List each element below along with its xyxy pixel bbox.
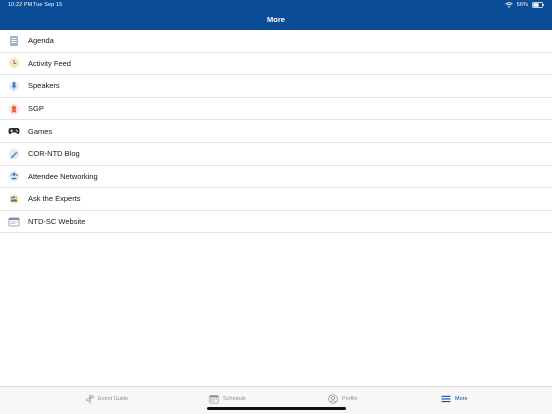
tab-schedule[interactable]: Schedule (209, 393, 246, 405)
menu-item-speakers[interactable]: Speakers (0, 75, 552, 98)
activity-feed-icon (8, 57, 20, 69)
games-icon (8, 125, 20, 137)
menu-item-games[interactable]: Games (0, 120, 552, 143)
status-date: Tue Sep 15 (33, 2, 63, 8)
tab-label: Profile (342, 396, 358, 402)
menu-item-attendee-networking[interactable]: Attendee Networking (0, 166, 552, 189)
speakers-icon (8, 80, 20, 92)
menu-item-label: NTD-SC Website (28, 217, 86, 227)
menu-item-label: Ask the Experts (28, 194, 81, 204)
bottom-tab-bar: Event Guide Schedule Profile More (0, 386, 552, 414)
menu-item-sgp[interactable]: SGP (0, 98, 552, 121)
menu-item-label: COR-NTD Blog (28, 149, 80, 159)
tab-label: Schedule (223, 396, 246, 402)
menu-item-activity-feed[interactable]: Activity Feed (0, 53, 552, 76)
profile-icon (328, 394, 338, 404)
page-title: More (267, 15, 285, 24)
blog-icon (8, 148, 20, 160)
battery-percentage: 56% (516, 2, 528, 8)
menu-item-cor-ntd-blog[interactable]: COR-NTD Blog (0, 143, 552, 166)
website-icon (8, 216, 20, 228)
menu-item-label: Games (28, 126, 53, 136)
tab-label: Event Guide (98, 396, 129, 402)
tab-label: More (455, 396, 468, 402)
schedule-icon (209, 394, 219, 404)
tab-more[interactable]: More (441, 393, 468, 405)
status-right: 56% (504, 1, 544, 9)
networking-icon (8, 170, 20, 182)
agenda-icon (8, 35, 20, 47)
menu-item-ntd-sc-website[interactable]: NTD-SC Website (0, 211, 552, 234)
tab-event-guide[interactable]: Event Guide (86, 393, 128, 405)
menu-item-ask-the-experts[interactable]: Ask the Experts (0, 188, 552, 211)
experts-icon (8, 193, 20, 205)
menu-item-label: SGP (28, 104, 44, 114)
status-time: 10:22 PM (8, 2, 33, 8)
menu-item-label: Activity Feed (28, 58, 71, 68)
more-menu-list: Agenda Activity Feed Speakers SGP Games … (0, 30, 552, 234)
battery-icon (532, 2, 544, 8)
sgp-icon (8, 103, 20, 115)
wifi-icon (504, 2, 513, 8)
home-indicator[interactable] (207, 407, 346, 410)
tab-profile[interactable]: Profile (328, 393, 358, 405)
menu-item-label: Agenda (28, 36, 54, 46)
menu-item-label: Speakers (28, 81, 60, 91)
menu-item-agenda[interactable]: Agenda (0, 30, 552, 53)
event-guide-icon (86, 394, 94, 404)
app-header: 10:22 PM Tue Sep 15 56% More (0, 0, 552, 30)
more-icon (441, 395, 451, 403)
menu-item-label: Attendee Networking (28, 171, 98, 181)
